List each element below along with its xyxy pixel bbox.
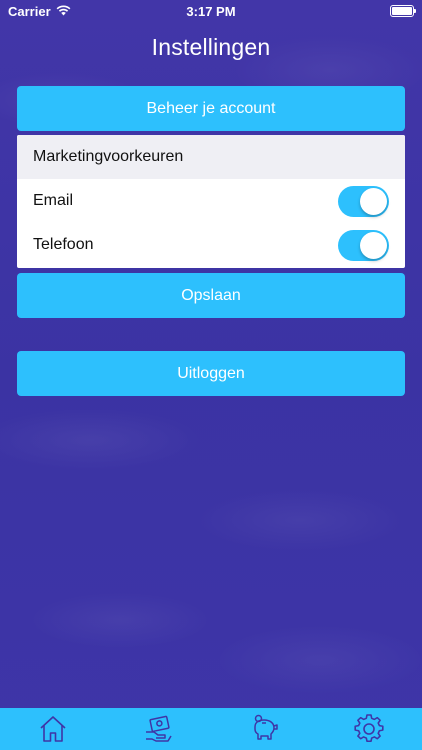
preference-label-phone: Telefoon (33, 236, 94, 253)
preference-row-email: Email (17, 179, 405, 223)
phone-toggle[interactable] (338, 229, 389, 261)
tab-cash[interactable] (133, 708, 183, 750)
carrier-label: Carrier (8, 3, 51, 19)
preference-label-email: Email (33, 192, 74, 209)
wifi-icon (56, 4, 71, 19)
status-bar: Carrier 3:17 PM (0, 0, 422, 22)
toggle-knob (360, 231, 387, 259)
save-button[interactable]: Opslaan (17, 273, 405, 318)
tab-savings[interactable] (239, 708, 289, 750)
marketing-preferences-card: Marketingvoorkeuren Email Telefoon (17, 135, 405, 268)
piggy-bank-icon (254, 714, 278, 740)
marketing-preferences-header: Marketingvoorkeuren (17, 135, 405, 179)
gear-icon (354, 714, 384, 743)
tab-bar (0, 708, 422, 750)
tab-settings[interactable] (344, 708, 394, 750)
home-icon (40, 716, 66, 742)
status-left: Carrier (8, 4, 71, 19)
logout-button[interactable]: Uitloggen (17, 351, 405, 396)
cash-icon (146, 715, 172, 742)
manage-account-button[interactable]: Beheer je account (17, 86, 405, 131)
tab-home[interactable] (28, 708, 78, 750)
email-toggle[interactable] (338, 185, 389, 217)
battery-level (392, 7, 412, 15)
page-title: Instellingen (151, 34, 271, 60)
toggle-knob (360, 187, 387, 215)
battery-icon (390, 5, 416, 17)
preference-row-phone: Telefoon (17, 223, 405, 267)
